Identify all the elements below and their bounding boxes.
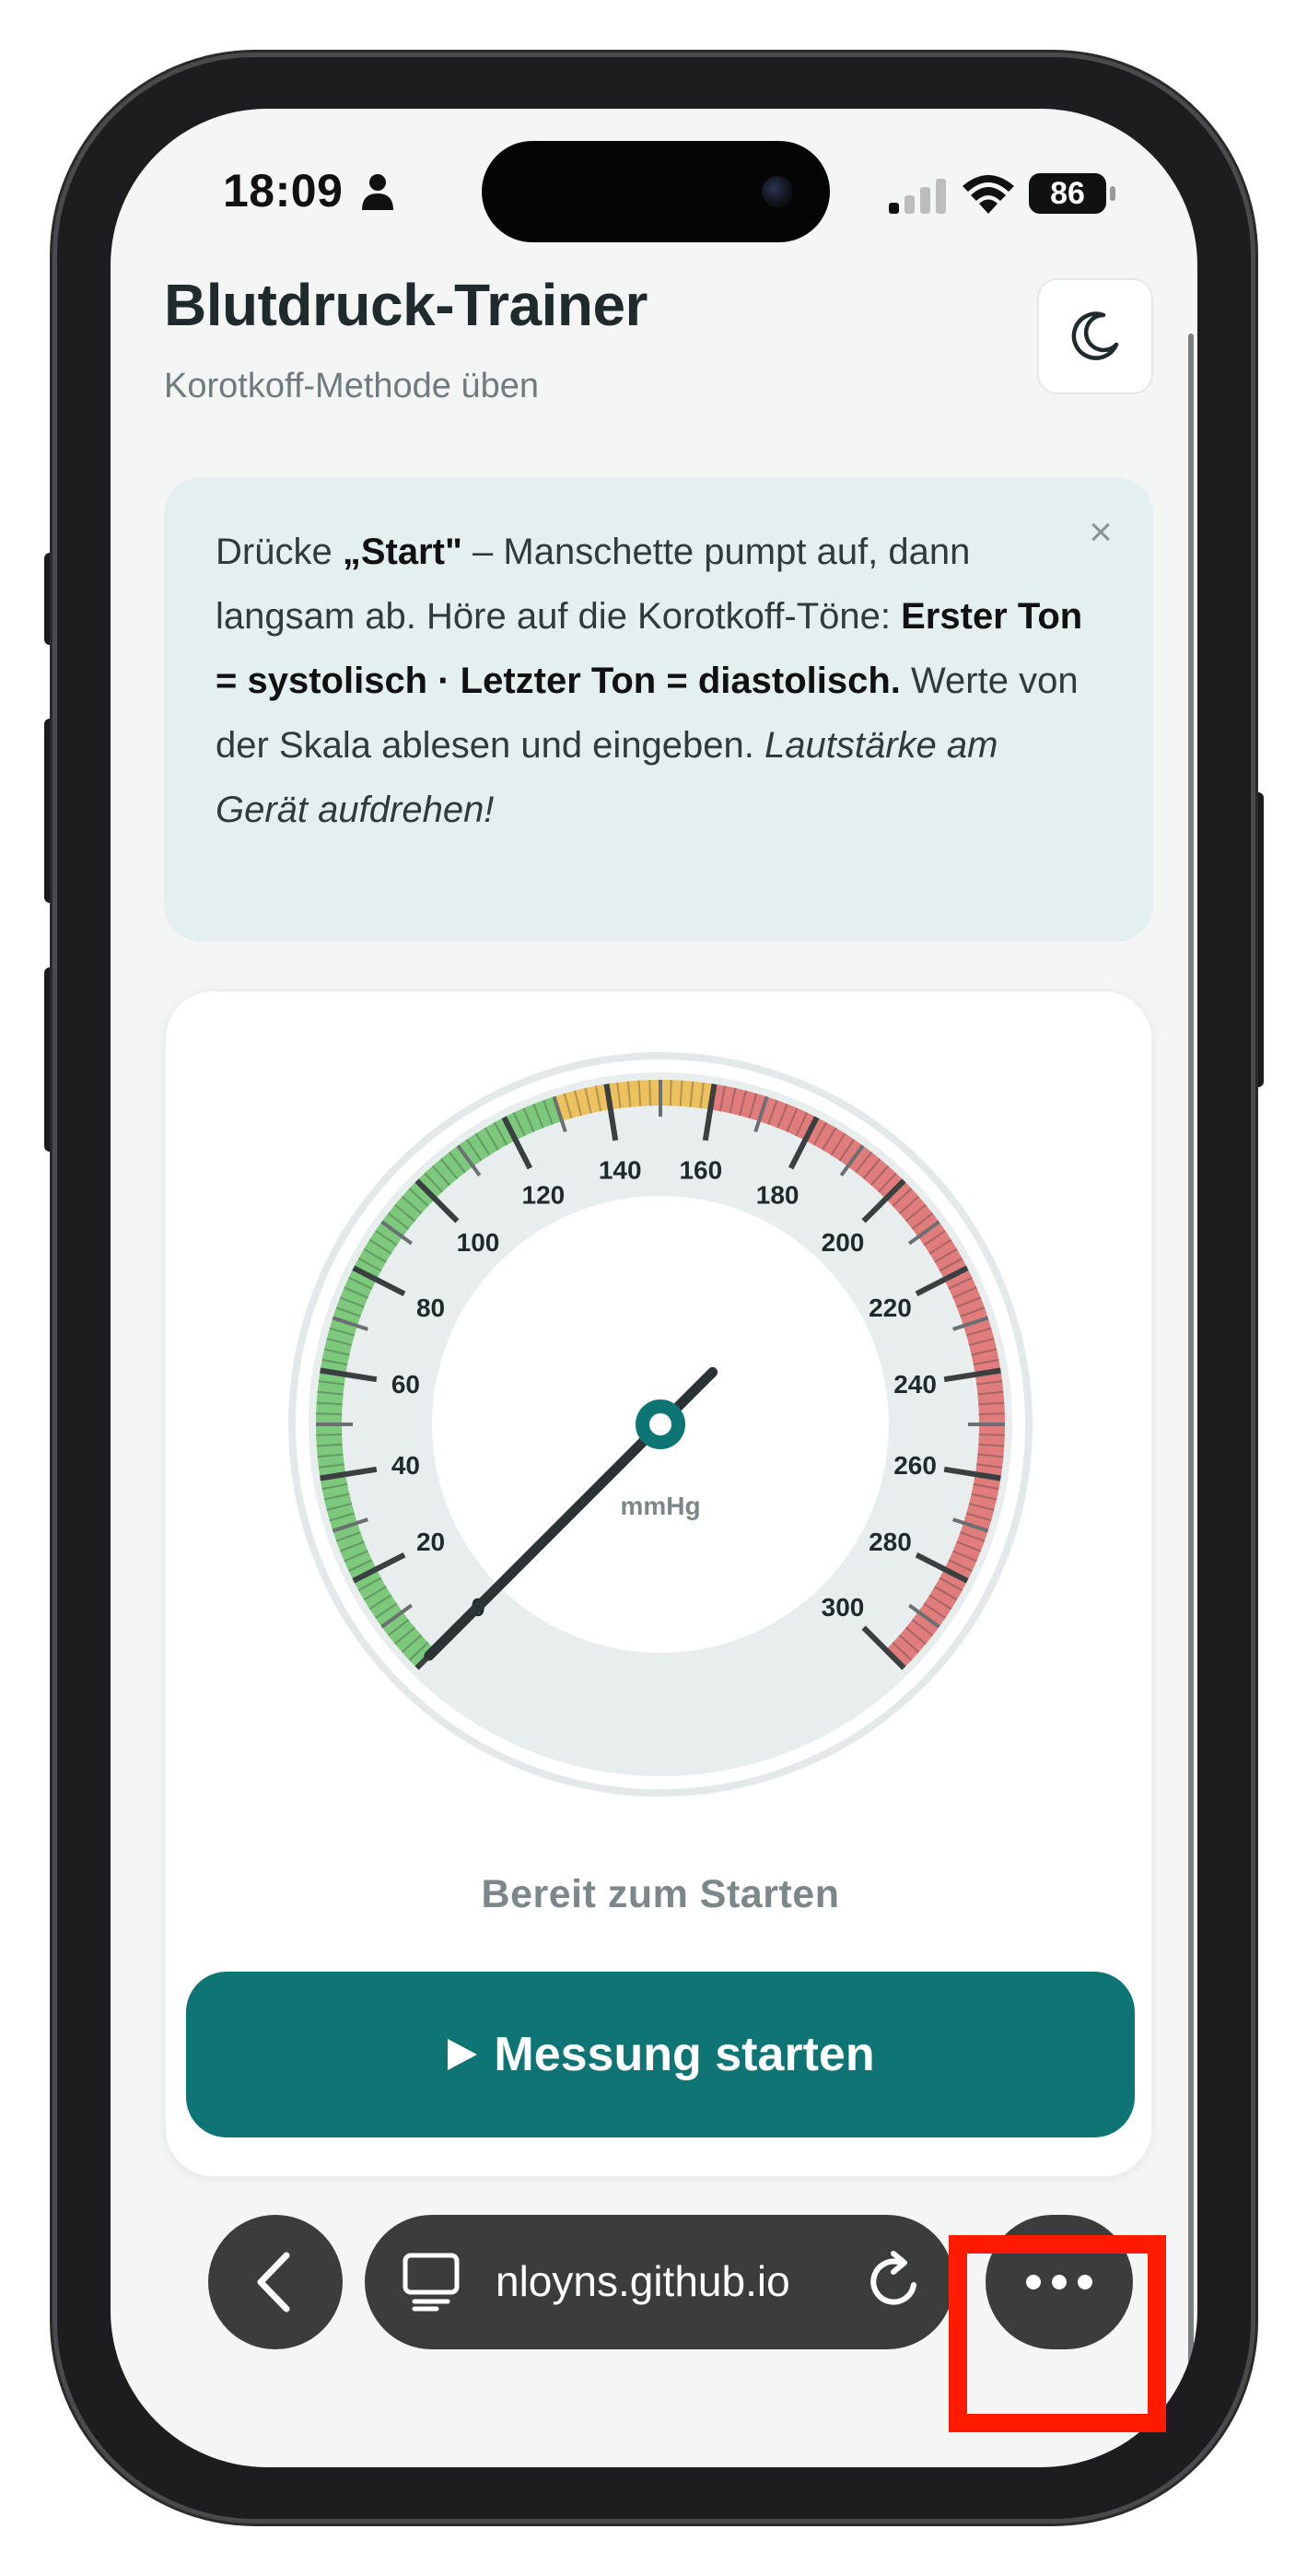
gauge-tick-label: 260 — [893, 1451, 937, 1480]
scrollbar[interactable] — [1188, 334, 1194, 2381]
gauge-tick-label: 40 — [391, 1451, 420, 1480]
page-subtitle: Korotkoff-Methode üben — [164, 367, 540, 405]
gauge-unit-label: mmHg — [620, 1492, 700, 1520]
close-icon[interactable]: × — [1089, 512, 1113, 553]
moon-icon — [1071, 311, 1119, 360]
dynamic-island — [482, 141, 830, 242]
clock: 18:09 — [223, 165, 344, 217]
highlight-box — [949, 2235, 1166, 2432]
dark-mode-toggle[interactable] — [1037, 278, 1153, 394]
measurement-status: Bereit zum Starten — [481, 1872, 840, 1916]
gauge-tick-label: 240 — [893, 1370, 937, 1399]
gauge-tick-label: 180 — [756, 1181, 799, 1210]
gauge-tick-label: 200 — [822, 1228, 865, 1257]
action-button — [44, 553, 57, 645]
gauge-tick-label: 100 — [457, 1228, 500, 1257]
gauge-tick-label: 20 — [416, 1528, 445, 1556]
instructions-text: Drücke „Start" – Manschette pumpt auf, d… — [216, 532, 1083, 830]
gauge-tick-label: 120 — [522, 1181, 566, 1210]
phone-screen: 18:09 86 Blutdruck-Trainer Korotkoff-Met… — [111, 109, 1197, 2467]
volume-down-button — [44, 967, 57, 1152]
tabs-icon — [403, 2253, 460, 2312]
camera — [762, 176, 793, 207]
status-bar: 18:09 86 — [111, 109, 1197, 265]
gauge-tick-label: 60 — [391, 1370, 420, 1399]
cellular-signal-icon — [889, 179, 946, 214]
measurement-card: 0204060801001201401601802002202402602803… — [164, 989, 1153, 2178]
pressure-gauge: 0204060801001201401601802002202402602803… — [288, 1052, 1033, 1797]
battery-indicator: 86 — [1029, 173, 1117, 214]
gauge-minor-tick — [316, 1412, 343, 1416]
battery-level: 86 — [1029, 173, 1106, 214]
gauge-minor-tick — [648, 1080, 652, 1107]
start-measurement-label: Messung starten — [494, 2028, 875, 2081]
start-measurement-button[interactable]: Messung starten — [186, 1972, 1135, 2137]
gauge-tick-label: 220 — [869, 1294, 912, 1322]
gauge-tick-label: 300 — [822, 1593, 865, 1622]
back-button[interactable] — [208, 2215, 343, 2349]
wifi-icon — [963, 175, 1014, 214]
gauge-tick-label: 140 — [599, 1155, 642, 1184]
reload-icon[interactable] — [862, 2250, 927, 2314]
gauge-tick-label: 160 — [679, 1155, 722, 1184]
volume-up-button — [44, 719, 57, 903]
gauge-minor-tick — [978, 1412, 1005, 1416]
gauge-minor-tick — [316, 1433, 343, 1436]
url-text[interactable]: nloyns.github.io — [496, 2256, 864, 2306]
power-button — [1251, 792, 1264, 1087]
instructions-box: Drücke „Start" – Manschette pumpt auf, d… — [164, 477, 1153, 942]
page-title: Blutdruck-Trainer — [164, 272, 648, 338]
person-icon — [362, 174, 393, 210]
play-icon — [448, 2039, 478, 2070]
address-bar[interactable]: nloyns.github.io — [365, 2215, 954, 2349]
gauge-minor-tick — [978, 1433, 1005, 1436]
chevron-left-icon — [257, 2252, 290, 2313]
gauge-tick-label: 80 — [416, 1294, 445, 1322]
gauge-tick-label: 280 — [869, 1528, 912, 1556]
